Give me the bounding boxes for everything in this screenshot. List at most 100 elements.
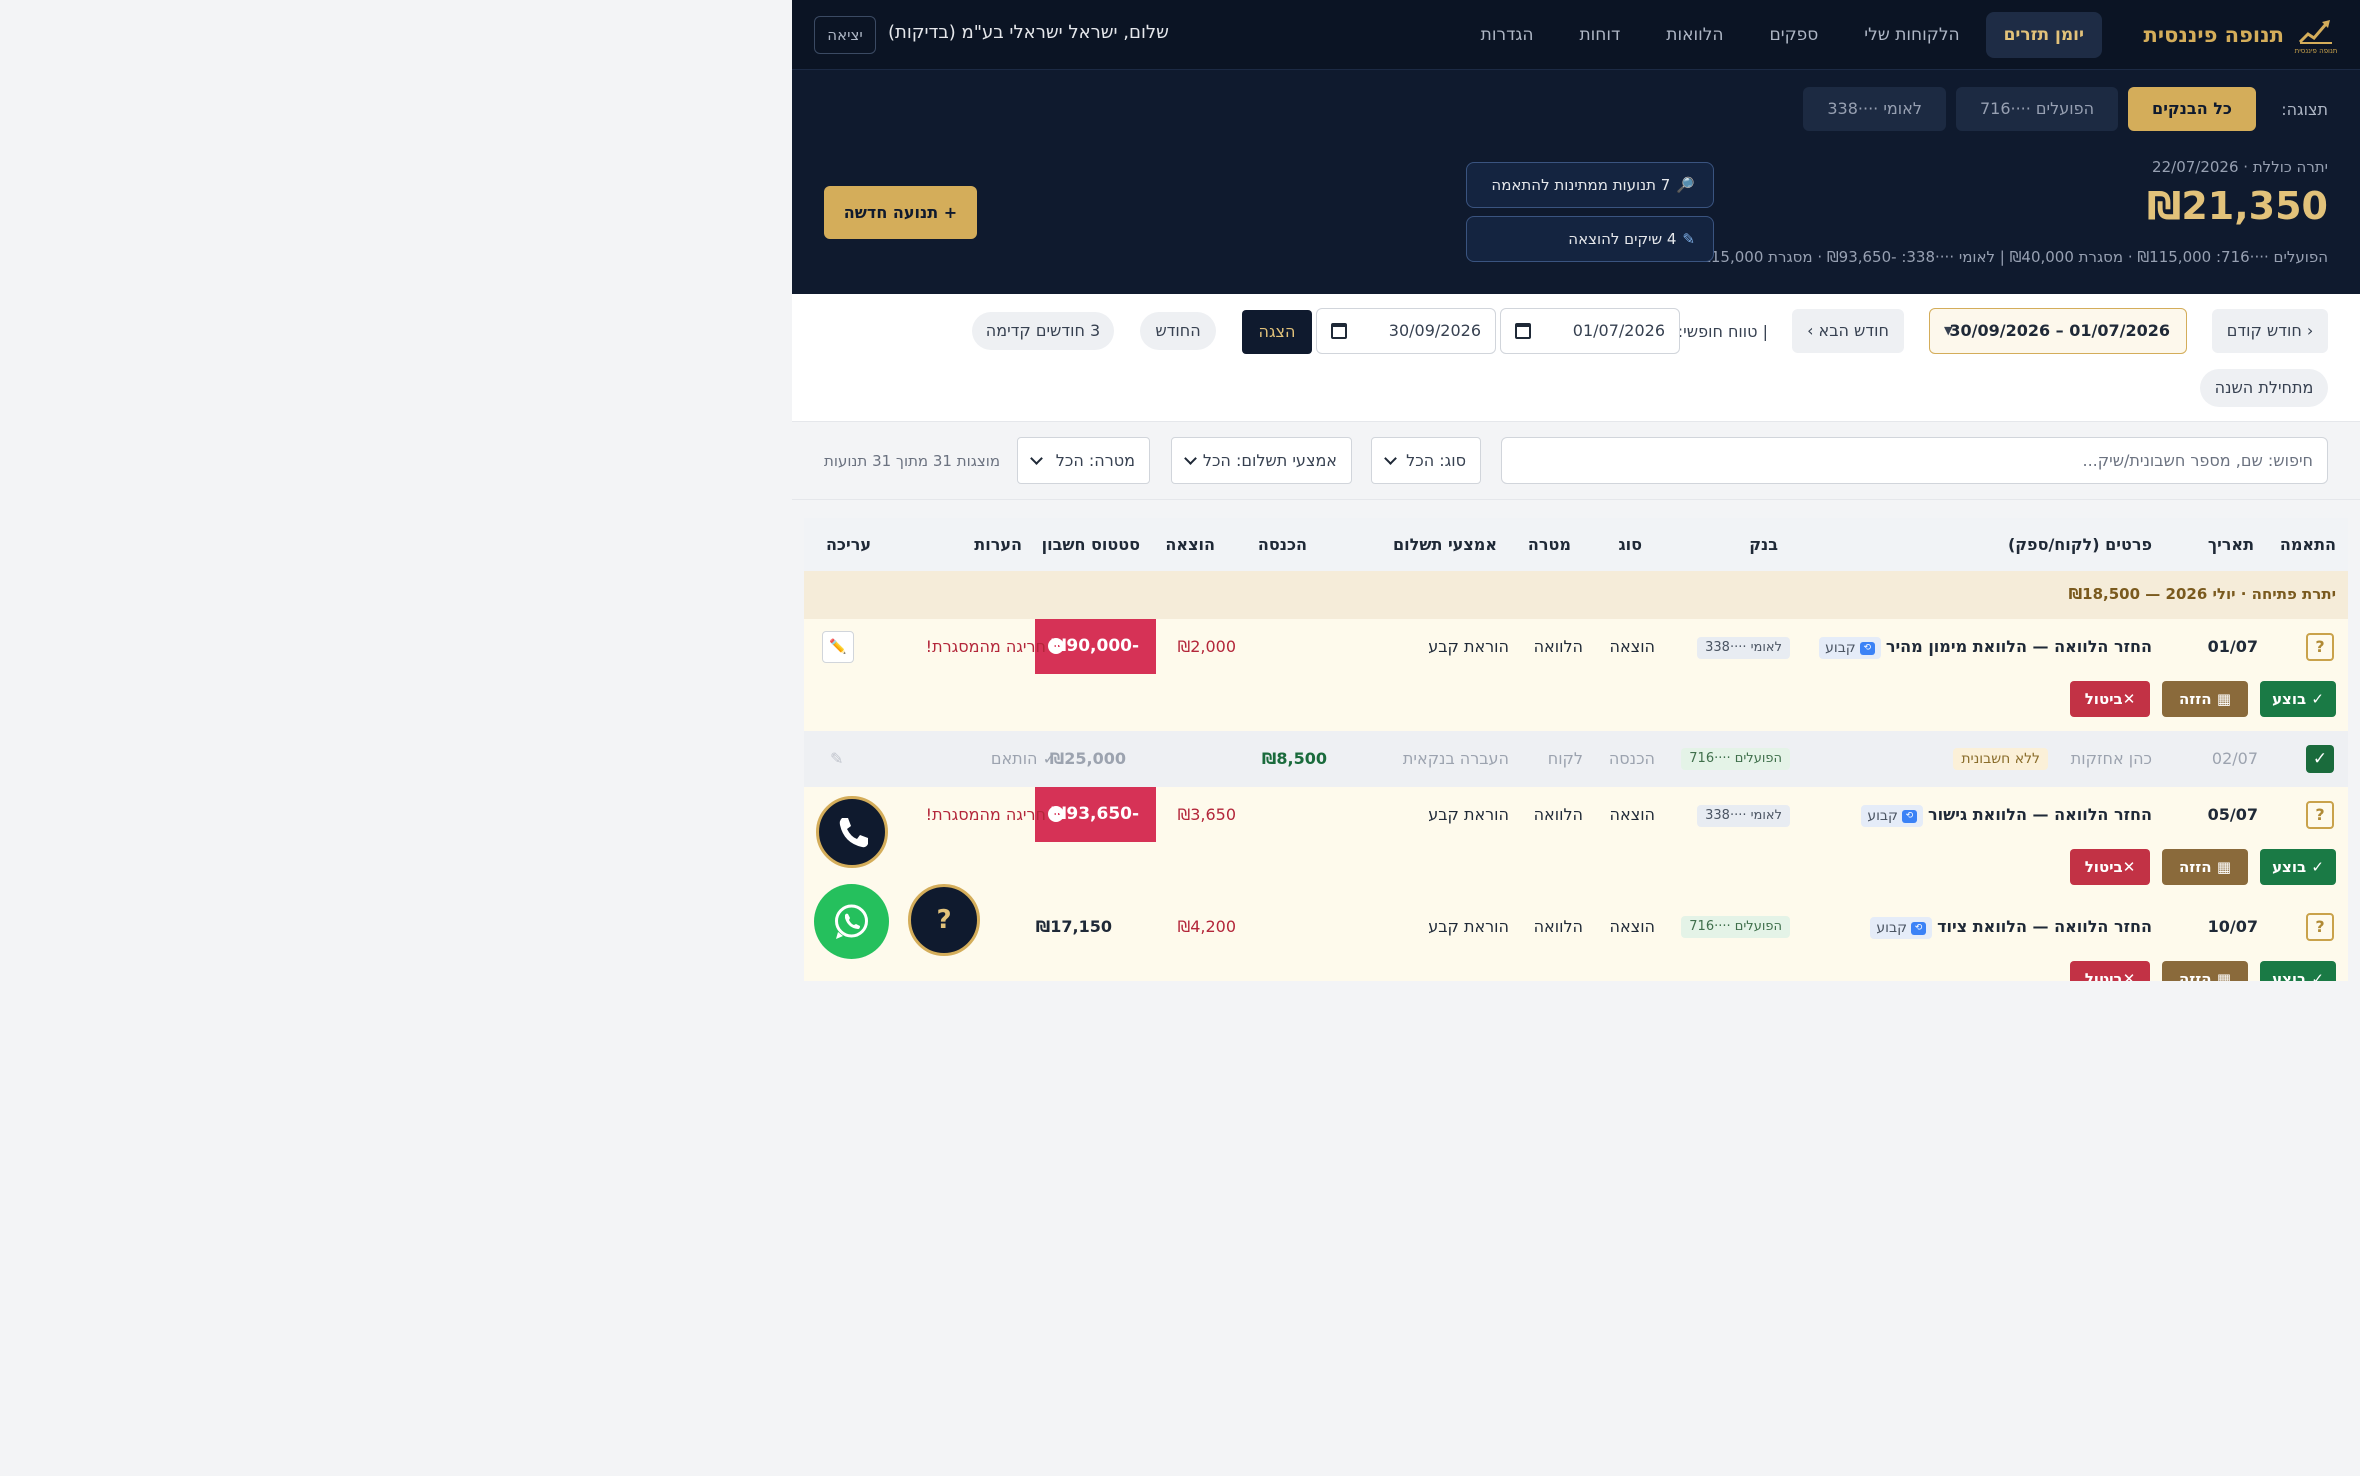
mark-done-button[interactable]: ✓ בוצע <box>2260 849 2336 885</box>
type-filter-value: סוג: הכל <box>1406 451 1466 470</box>
cancel-label: ביטול <box>2084 858 2123 876</box>
cancel-button[interactable]: ✕ביטול <box>2070 681 2150 717</box>
postpone-button[interactable]: ▦ הזזה <box>2162 961 2248 981</box>
free-range-label: | טווח חופשי: <box>1677 322 1768 341</box>
tab-leumi[interactable]: לאומי ····338 <box>1803 87 1946 131</box>
col-details[interactable]: פרטים (לקוח/ספק) <box>2008 535 2152 554</box>
col-edit: עריכה <box>825 535 871 554</box>
col-notes[interactable]: הערות <box>974 535 1022 554</box>
cancel-label: ביטול <box>2084 970 2123 981</box>
cancel-button[interactable]: ✕ביטול <box>2070 961 2150 981</box>
balance-panel: תצוגה: כל הבנקים הפועלים ····716 לאומי ·… <box>792 70 2360 294</box>
row-expense: ₪4,200 <box>1177 917 1236 936</box>
whatsapp-button[interactable] <box>814 884 889 959</box>
cancel-label: ביטול <box>2084 690 2123 708</box>
row-name: החזר הלוואה — הלוואת ציוד <box>1937 917 2152 936</box>
this-month-button[interactable]: החודש <box>1140 312 1216 350</box>
row-purpose: הלוואה <box>1533 805 1583 824</box>
logo-caption: תנופה פיננסית <box>2294 46 2338 55</box>
col-match[interactable]: התאמה <box>2280 535 2336 554</box>
pending-match-button[interactable]: 🔎 7 תנועות ממתינות להתאמה <box>1466 162 1714 208</box>
table-row[interactable]: ? 10/07 החזר הלוואה — הלוואת ציוד ⟲קבוע … <box>804 899 2348 981</box>
row-payment: העברה בנקאית <box>1402 749 1509 768</box>
caret-down-icon: ▼ <box>1944 324 1953 337</box>
row-type: הוצאה <box>1609 805 1655 824</box>
bank-view-tabs: כל הבנקים הפועלים ····716 לאומי ····338 <box>1803 87 2256 131</box>
calendar-icon[interactable] <box>1331 323 1347 339</box>
row-balance: ₪25,000 <box>1049 749 1126 768</box>
calendar-icon[interactable] <box>1515 323 1531 339</box>
table-row[interactable]: ? 01/07 החזר הלוואה — הלוואת מימון מהיר … <box>804 619 2348 731</box>
col-income[interactable]: הכנסה <box>1258 535 1307 554</box>
row-type: הוצאה <box>1609 637 1655 656</box>
transactions-table: התאמה תאריך פרטים (לקוח/ספק) בנק סוג מטר… <box>804 518 2348 981</box>
table-row[interactable]: ✓ 02/07 כהן אחזקות ללא חשבונית הפועלים ·… <box>804 731 2348 787</box>
repeat-icon: ⟲ <box>1911 921 1927 935</box>
date-from-input[interactable]: 01/07/2026 <box>1500 308 1680 354</box>
col-date[interactable]: תאריך <box>2208 535 2254 554</box>
purpose-filter-select[interactable]: מטרה: הכל <box>1017 437 1150 484</box>
date-to-input[interactable]: 30/09/2026 <box>1316 308 1496 354</box>
row-purpose: הלוואה <box>1533 637 1583 656</box>
main-nav: יומן תזרים הלקוחות שלי ספקים הלוואות דוח… <box>1461 12 2102 58</box>
show-range-button[interactable]: הצגה <box>1242 310 1312 354</box>
row-name: כהן אחזקות <box>2070 749 2152 768</box>
col-account-status[interactable]: סטטוס חשבון <box>1042 535 1140 554</box>
col-purpose[interactable]: מטרה <box>1528 535 1571 554</box>
nav-cashflow-journal[interactable]: יומן תזרים <box>1985 12 2102 58</box>
search-input[interactable]: חיפוש: שם, מספר חשבונית/שיק... <box>1501 437 2328 484</box>
chevron-down-icon <box>1184 452 1197 465</box>
mark-done-button[interactable]: ✓ בוצע <box>2260 681 2336 717</box>
payment-filter-select[interactable]: אמצעי תשלום: הכל <box>1171 437 1352 484</box>
three-months-button[interactable]: 3 חודשים קדימה <box>972 312 1114 350</box>
row-payment: הוראת קבע <box>1428 805 1509 824</box>
range-select[interactable]: 01/07/2026 – 30/09/2026 ▼ <box>1929 308 2187 354</box>
col-payment[interactable]: אמצעי תשלום <box>1393 535 1497 554</box>
col-expense[interactable]: הוצאה <box>1165 535 1215 554</box>
brand[interactable]: תנופה פיננסית תנופה פיננסית <box>2144 12 2338 58</box>
postpone-button[interactable]: ▦ הזזה <box>2162 681 2248 717</box>
tab-all-banks[interactable]: כל הבנקים <box>2128 87 2256 131</box>
match-pending-icon[interactable]: ? <box>2306 633 2334 661</box>
nav-settings[interactable]: הגדרות <box>1461 12 1554 58</box>
row-type: הכנסה <box>1608 749 1655 768</box>
table-row[interactable]: ? 05/07 החזר הלוואה — הלוואת גישור ⟲קבוע… <box>804 787 2348 899</box>
logout-button[interactable]: יציאה <box>814 16 876 54</box>
balance-caption: יתרה כוללת · 22/07/2026 <box>2152 158 2328 176</box>
postpone-label: הזזה <box>2178 970 2212 981</box>
year-start-button[interactable]: מתחילת השנה <box>2200 369 2328 407</box>
repeat-icon: ⟲ <box>1859 641 1875 655</box>
row-balance-negative: -₪90,000 <box>1035 619 1156 674</box>
type-filter-select[interactable]: סוג: הכל <box>1371 437 1481 484</box>
match-pending-icon[interactable]: ? <box>2306 801 2334 829</box>
edit-pencil-icon[interactable]: ✏️ <box>822 631 854 663</box>
match-done-icon[interactable]: ✓ <box>2306 745 2334 773</box>
postpone-button[interactable]: ▦ הזזה <box>2162 849 2248 885</box>
help-button[interactable]: ? <box>908 884 980 956</box>
bank-tag: לאומי ····338 <box>1697 637 1790 659</box>
mark-done-button[interactable]: ✓ בוצע <box>2260 961 2336 981</box>
new-transaction-button[interactable]: + תנועה חדשה <box>824 186 977 239</box>
nav-loans[interactable]: הלוואות <box>1646 12 1743 58</box>
row-details: החזר הלוואה — הלוואת גישור ⟲קבוע <box>1855 805 2152 827</box>
match-pending-icon[interactable]: ? <box>2306 913 2334 941</box>
nav-my-clients[interactable]: הלקוחות שלי <box>1844 12 1979 58</box>
checks-to-post-button[interactable]: ✎ 4 שיקים להוצאה <box>1466 216 1714 262</box>
filters-bar: חיפוש: שם, מספר חשבונית/שיק... סוג: הכל … <box>792 422 2360 500</box>
cancel-button[interactable]: ✕ביטול <box>2070 849 2150 885</box>
table-header: התאמה תאריך פרטים (לקוח/ספק) בנק סוג מטר… <box>804 518 2348 571</box>
edit-pencil-icon[interactable]: ✎ <box>830 749 843 768</box>
balance-breakdown: הפועלים ····716: ₪115,000 · מסגרת ₪40,00… <box>1699 248 2328 266</box>
view-label: תצוגה: <box>2281 100 2328 119</box>
nav-suppliers[interactable]: ספקים <box>1750 12 1839 58</box>
phone-call-button[interactable] <box>816 796 888 868</box>
col-bank[interactable]: בנק <box>1749 535 1778 554</box>
next-month-button[interactable]: חודש הבא › <box>1792 309 1904 353</box>
col-type[interactable]: סוג <box>1618 535 1642 554</box>
tab-hapoalim[interactable]: הפועלים ····716 <box>1955 87 2119 131</box>
row-balance: -₪90,000 <box>1051 636 1140 656</box>
row-date: 02/07 <box>2211 749 2258 768</box>
prev-month-button[interactable]: ‹ חודש קודם <box>2212 309 2328 353</box>
close-icon: ✕ <box>2122 970 2136 981</box>
nav-reports[interactable]: דוחות <box>1559 12 1640 58</box>
